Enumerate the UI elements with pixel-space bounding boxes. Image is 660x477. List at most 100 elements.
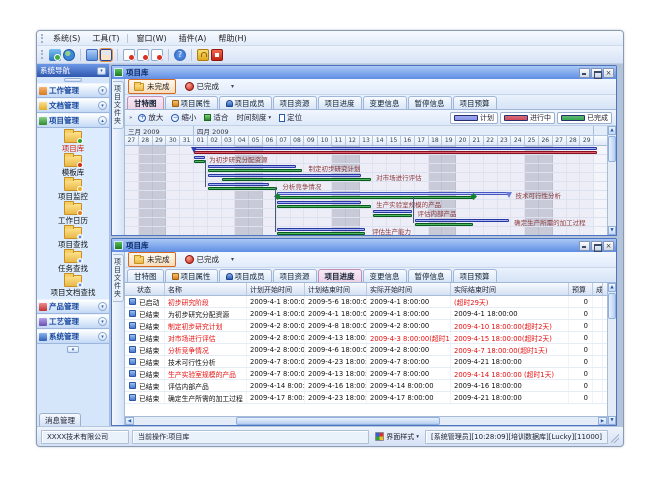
filter-overflow-icon[interactable]: ▾ bbox=[228, 256, 237, 263]
table-row[interactable]: 已启动初步研究阶段2009-4-1 8:00:002009-5-6 18:00:… bbox=[125, 296, 607, 308]
done-bar[interactable] bbox=[208, 169, 302, 172]
globe-icon[interactable] bbox=[63, 49, 75, 61]
project-folder-tab[interactable]: 项目文件夹 bbox=[113, 254, 124, 302]
summary-plan-bar[interactable] bbox=[194, 147, 597, 150]
缩小-button[interactable]: −缩小 bbox=[169, 112, 198, 123]
table-row[interactable]: 已结束对市场进行评估2009-4-2 8:00:002009-4-13 18:0… bbox=[125, 332, 607, 344]
resize-grip[interactable] bbox=[611, 431, 619, 443]
done-bar[interactable] bbox=[415, 223, 473, 226]
sidebar-item-项目监控[interactable]: 项目监控 bbox=[58, 179, 88, 201]
done-bar[interactable] bbox=[208, 187, 277, 190]
minimize-button[interactable] bbox=[579, 241, 590, 251]
chevron-up-icon[interactable]: ▴ bbox=[98, 116, 107, 125]
sidebar-options-button[interactable]: ▾ bbox=[97, 67, 106, 75]
tab-暂停信息[interactable]: 暂停信息 bbox=[408, 96, 452, 109]
filter-overflow-icon[interactable]: ▾ bbox=[228, 83, 237, 90]
chevron-down-icon[interactable]: ▾ bbox=[98, 86, 107, 95]
filter-已完成[interactable]: 已完成 bbox=[179, 79, 226, 94]
progress-window-titlebar[interactable]: 项目库 × bbox=[112, 239, 616, 252]
scroll-up-icon[interactable]: ▲ bbox=[608, 126, 616, 135]
doc-new-icon[interactable] bbox=[123, 49, 135, 61]
tab-甘特图[interactable]: 甘特图 bbox=[127, 269, 164, 282]
sidebar-item-项目库[interactable]: 项目库 bbox=[62, 131, 85, 153]
scroll-down-icon[interactable]: ▼ bbox=[608, 226, 616, 235]
table-row[interactable]: 已结束生产实验室规模的产品2009-4-7 8:00:002009-4-13 1… bbox=[125, 368, 607, 380]
plan-bar[interactable] bbox=[194, 156, 205, 159]
tab-项目进度[interactable]: 项目进度 bbox=[318, 96, 362, 109]
plan-bar[interactable] bbox=[208, 183, 269, 186]
tab-暂停信息[interactable]: 暂停信息 bbox=[408, 269, 452, 282]
exit-icon[interactable] bbox=[211, 49, 223, 61]
chevron-down-icon[interactable]: ▾ bbox=[98, 302, 107, 311]
folder-icon[interactable] bbox=[86, 49, 98, 61]
plan-bar[interactable] bbox=[277, 201, 361, 204]
save-icon[interactable] bbox=[100, 49, 112, 61]
tab-项目成员[interactable]: 项目成员 bbox=[219, 269, 272, 282]
tab-项目进度[interactable]: 项目进度 bbox=[318, 269, 362, 282]
table-row[interactable]: 已结束分析竞争情况2009-4-2 8:00:002009-4-6 18:00:… bbox=[125, 344, 607, 356]
sidebar-item-模板库[interactable]: 模板库 bbox=[62, 155, 85, 177]
doc-delete-icon[interactable] bbox=[151, 49, 163, 61]
table-row[interactable]: 已结束制定初步研究计划2009-4-2 8:00:002009-4-8 18:0… bbox=[125, 320, 607, 332]
done-bar[interactable] bbox=[277, 205, 371, 208]
column-header-实际开始时间[interactable]: 实际开始时间 bbox=[367, 283, 451, 295]
tab-项目资源[interactable]: 项目资源 bbox=[273, 96, 317, 109]
时间刻度-button[interactable]: 时间刻度▾ bbox=[234, 112, 273, 123]
table-row[interactable]: 已结束技术可行性分析2009-4-7 8:00:002009-4-23 18:0… bbox=[125, 356, 607, 368]
chevron-down-icon[interactable]: ▾ bbox=[98, 101, 107, 110]
plan-bar[interactable] bbox=[373, 210, 412, 213]
scrollbar-thumb[interactable] bbox=[608, 136, 616, 162]
done-bar[interactable] bbox=[222, 178, 371, 181]
sidebar-section-文档管理[interactable]: 文档管理▾ bbox=[37, 98, 109, 113]
menu-item[interactable]: 插件(A) bbox=[173, 32, 213, 45]
doc-check-icon[interactable] bbox=[137, 49, 149, 61]
tab-变更信息[interactable]: 变更信息 bbox=[363, 269, 407, 282]
column-header-成[interactable]: 成 bbox=[593, 283, 603, 295]
done-bar[interactable] bbox=[277, 196, 473, 199]
scrollbar-thumb[interactable] bbox=[608, 293, 616, 319]
table-horizontal-scrollbar[interactable]: ◀ ▶ bbox=[125, 416, 607, 425]
sidebar-section-工艺管理[interactable]: 工艺管理▾ bbox=[37, 314, 109, 329]
tab-甘特图[interactable]: 甘特图 bbox=[127, 96, 164, 109]
done-bar[interactable] bbox=[373, 214, 412, 217]
close-button[interactable]: × bbox=[603, 241, 614, 251]
menu-item[interactable]: 窗口(W) bbox=[130, 32, 172, 45]
sidebar-section-系统管理[interactable]: 系统管理▾ bbox=[37, 329, 109, 344]
summary-active-bar[interactable] bbox=[194, 151, 597, 154]
plan-bar[interactable] bbox=[208, 165, 296, 168]
menu-item[interactable]: 帮助(H) bbox=[212, 32, 252, 45]
tab-项目预算[interactable]: 项目预算 bbox=[453, 96, 497, 109]
done-bar[interactable] bbox=[277, 232, 365, 235]
tab-项目预算[interactable]: 项目预算 bbox=[453, 269, 497, 282]
sidebar-item-工作日历[interactable]: 工作日历 bbox=[58, 203, 88, 225]
tab-项目属性[interactable]: 项目属性 bbox=[165, 269, 218, 282]
scroll-down-icon[interactable]: ▼ bbox=[608, 416, 616, 425]
scrollbar-thumb[interactable] bbox=[236, 417, 440, 425]
tab-变更信息[interactable]: 变更信息 bbox=[363, 96, 407, 109]
sidebar-item-任务查找[interactable]: 任务查找 bbox=[58, 251, 88, 273]
sync-icon[interactable] bbox=[49, 49, 61, 61]
tab-项目成员[interactable]: 项目成员 bbox=[219, 96, 272, 109]
sidebar-item-项目查找[interactable]: 项目查找 bbox=[58, 227, 88, 249]
filter-未完成[interactable]: 未完成 bbox=[128, 252, 176, 267]
project-folder-tab[interactable]: 项目文件夹 bbox=[113, 81, 124, 129]
plan-bar[interactable] bbox=[277, 228, 365, 231]
放大-button[interactable]: +放大 bbox=[136, 112, 165, 123]
plan-bar[interactable] bbox=[208, 174, 361, 177]
menu-item[interactable]: 工具(T) bbox=[86, 32, 125, 45]
tab-项目属性[interactable]: 项目属性 bbox=[165, 96, 218, 109]
done-bar[interactable] bbox=[194, 160, 205, 163]
sidebar-item-项目文档查找[interactable]: 项目文档查找 bbox=[51, 275, 96, 297]
gantt-window-titlebar[interactable]: 项目库 × bbox=[112, 66, 616, 79]
column-header-计划开始时间[interactable]: 计划开始时间 bbox=[247, 283, 305, 295]
scroll-up-icon[interactable]: ▲ bbox=[608, 283, 616, 292]
maximize-button[interactable] bbox=[591, 241, 602, 251]
定位-button[interactable]: 定位 bbox=[277, 112, 304, 123]
sidebar-section-产品管理[interactable]: 产品管理▾ bbox=[37, 299, 109, 314]
plan-bar[interactable] bbox=[415, 219, 509, 222]
table-row[interactable]: 已结束确定生产所需的加工过程2009-4-17 8:00:002009-4-23… bbox=[125, 392, 607, 404]
sidebar-section-工作管理[interactable]: 工作管理▾ bbox=[37, 83, 109, 98]
适合-button[interactable]: 适合 bbox=[202, 112, 230, 123]
column-header-名称[interactable]: 名称 bbox=[165, 283, 247, 295]
column-header-状态[interactable]: 状态 bbox=[125, 283, 165, 295]
